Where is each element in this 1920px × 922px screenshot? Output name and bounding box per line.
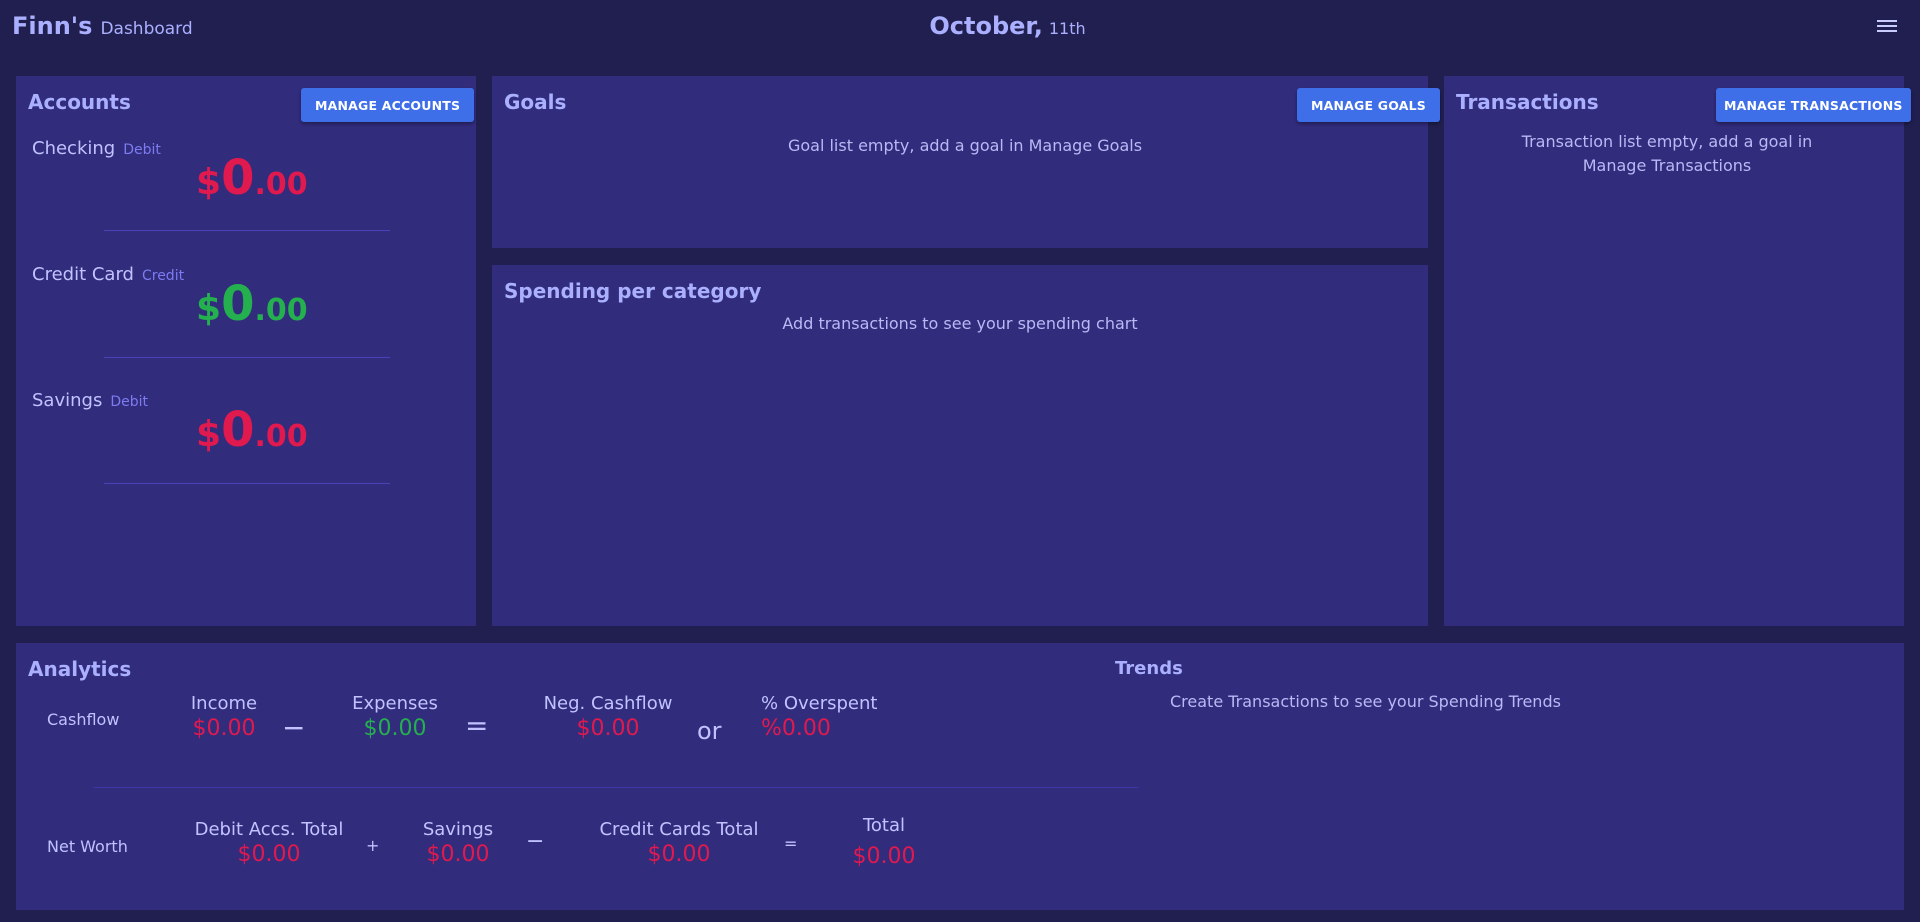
current-date: October, 11th bbox=[0, 12, 1920, 40]
account-balance: $ 0 .00 bbox=[196, 150, 308, 206]
equals-operator: = bbox=[465, 709, 489, 742]
equals-operator: = bbox=[784, 834, 798, 853]
cashflow-label: Cashflow bbox=[47, 710, 120, 729]
balance-decimal: .00 bbox=[254, 167, 308, 202]
income-stat: Income $0.00 bbox=[164, 693, 284, 741]
account-name: Credit Card bbox=[32, 264, 134, 285]
account-name: Checking bbox=[32, 138, 116, 159]
currency-symbol: $ bbox=[196, 162, 222, 203]
neg-cashflow-stat: Neg. Cashflow $0.00 bbox=[528, 693, 688, 741]
minus-operator: − bbox=[526, 829, 545, 854]
analytics-divider bbox=[94, 787, 1138, 788]
spending-empty-message: Add transactions to see your spending ch… bbox=[782, 314, 1138, 333]
balance-whole: 0 bbox=[221, 150, 255, 206]
overspent-label: % Overspent bbox=[761, 693, 878, 714]
account-balance: $ 0 .00 bbox=[196, 276, 308, 332]
net-worth-total-stat: Total $0.00 bbox=[834, 815, 934, 869]
transactions-empty-message: Transaction list empty, add a goal in Ma… bbox=[1444, 130, 1890, 178]
currency-symbol: $ bbox=[196, 288, 222, 329]
accounts-panel: Accounts MANAGE ACCOUNTS Checking Debit … bbox=[16, 76, 476, 626]
hamburger-menu-icon[interactable] bbox=[1877, 20, 1897, 36]
spending-title: Spending per category bbox=[504, 279, 762, 303]
manage-goals-button[interactable]: MANAGE GOALS bbox=[1297, 88, 1440, 122]
credit-total-value: $0.00 bbox=[647, 842, 711, 867]
divider bbox=[104, 230, 390, 231]
spending-panel: Spending per category Add transactions t… bbox=[492, 265, 1428, 626]
or-text: or bbox=[697, 717, 722, 745]
account-type: Credit bbox=[141, 268, 185, 284]
minus-operator: − bbox=[282, 711, 306, 744]
expenses-stat: Expenses $0.00 bbox=[330, 693, 460, 741]
account-name: Savings bbox=[32, 390, 103, 411]
overspent-stat: % Overspent %0.00 bbox=[761, 693, 881, 741]
savings-total-value: $0.00 bbox=[426, 842, 490, 867]
manage-transactions-button[interactable]: MANAGE TRANSACTIONS bbox=[1716, 88, 1911, 122]
expenses-value: $0.00 bbox=[363, 716, 427, 741]
transactions-title: Transactions bbox=[1456, 90, 1599, 114]
analytics-panel: Analytics Cashflow Income $0.00 − Expens… bbox=[16, 643, 1904, 910]
balance-whole: 0 bbox=[221, 402, 255, 458]
balance-decimal: .00 bbox=[254, 419, 308, 454]
credit-total-stat: Credit Cards Total $0.00 bbox=[574, 819, 784, 867]
trends-title: Trends bbox=[1115, 658, 1183, 679]
analytics-title: Analytics bbox=[28, 657, 132, 681]
divider bbox=[104, 483, 390, 484]
debit-total-stat: Debit Accs. Total $0.00 bbox=[174, 819, 364, 867]
transactions-empty-line: Transaction list empty, add a goal in bbox=[1521, 132, 1813, 151]
date-day: 11th bbox=[1048, 19, 1086, 38]
neg-cashflow-label: Neg. Cashflow bbox=[543, 693, 673, 714]
currency-symbol: $ bbox=[196, 414, 222, 455]
savings-total-label: Savings bbox=[422, 819, 494, 840]
trends-empty-message: Create Transactions to see your Spending… bbox=[1170, 692, 1561, 711]
income-value: $0.00 bbox=[192, 716, 256, 741]
goals-panel: Goals MANAGE GOALS Goal list empty, add … bbox=[492, 76, 1440, 248]
account-balance: $ 0 .00 bbox=[196, 402, 308, 458]
balance-whole: 0 bbox=[221, 276, 255, 332]
neg-cashflow-value: $0.00 bbox=[576, 716, 640, 741]
expenses-label: Expenses bbox=[352, 693, 438, 714]
credit-total-label: Credit Cards Total bbox=[599, 819, 759, 840]
transactions-empty-line: Manage Transactions bbox=[1582, 156, 1752, 175]
net-worth-total-value: $0.00 bbox=[852, 844, 916, 869]
net-worth-label: Net Worth bbox=[47, 837, 128, 856]
net-worth-total-label: Total bbox=[862, 815, 906, 836]
divider bbox=[104, 357, 390, 358]
debit-total-value: $0.00 bbox=[237, 842, 301, 867]
manage-accounts-button[interactable]: MANAGE ACCOUNTS bbox=[301, 88, 475, 122]
balance-decimal: .00 bbox=[254, 293, 308, 328]
goals-title: Goals bbox=[504, 90, 567, 114]
income-label: Income bbox=[190, 693, 258, 714]
top-bar: Finn's Dashboard October, 11th bbox=[0, 0, 1920, 60]
savings-total-stat: Savings $0.00 bbox=[408, 819, 508, 867]
accounts-title: Accounts bbox=[28, 90, 131, 114]
debit-total-label: Debit Accs. Total bbox=[194, 819, 344, 840]
goals-empty-message: Goal list empty, add a goal in Manage Go… bbox=[787, 136, 1143, 155]
overspent-value: %0.00 bbox=[761, 716, 831, 741]
plus-operator: + bbox=[366, 836, 380, 855]
transactions-panel: Transactions MANAGE TRANSACTIONS Transac… bbox=[1444, 76, 1911, 626]
account-type: Debit bbox=[123, 142, 161, 158]
account-type: Debit bbox=[110, 394, 148, 410]
date-month: October, bbox=[929, 12, 1043, 40]
